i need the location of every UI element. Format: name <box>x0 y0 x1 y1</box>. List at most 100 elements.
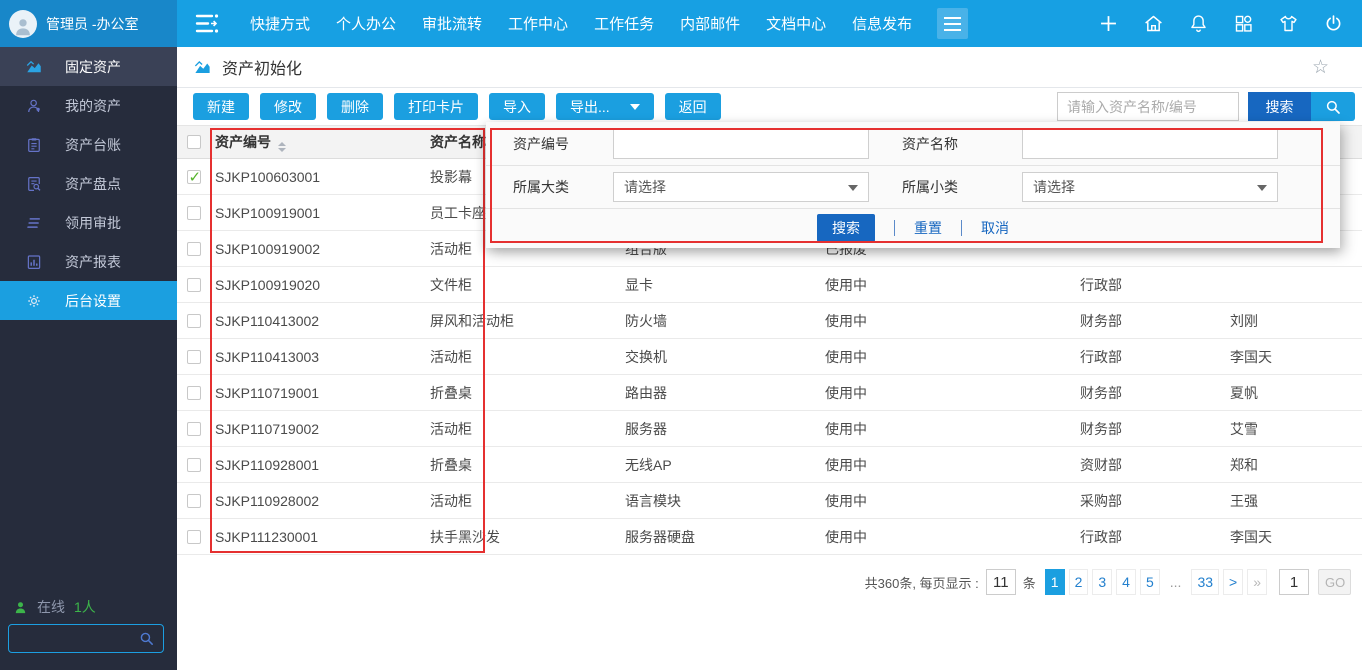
power-icon[interactable] <box>1323 13 1344 34</box>
page-button[interactable]: 5 <box>1140 569 1160 595</box>
table-row[interactable]: SJKP110928002 活动柜 语言模块 使用中 采购部 王强 <box>177 483 1362 519</box>
cell-department: 采购部 <box>1075 491 1225 511</box>
sort-icon[interactable] <box>278 142 286 152</box>
row-checkbox[interactable] <box>187 350 201 364</box>
column-header-code[interactable]: 资产编号 <box>210 132 425 152</box>
row-checkbox[interactable] <box>187 206 201 220</box>
row-checkbox[interactable] <box>187 494 201 508</box>
sidebar-item[interactable]: 我的资产 <box>0 86 177 125</box>
cell-department: 财务部 <box>1075 383 1225 403</box>
filter-cancel-button[interactable]: 取消 <box>981 218 1009 238</box>
page-button[interactable]: 1 <box>1045 569 1065 595</box>
page-button[interactable]: > <box>1223 569 1243 595</box>
hamburger-icon[interactable] <box>937 8 968 39</box>
sidebar-item[interactable]: 后台设置 <box>0 281 177 320</box>
plus-icon[interactable] <box>1098 13 1119 34</box>
major-category-select[interactable]: 请选择 <box>613 172 869 202</box>
search-button[interactable]: 搜索 <box>1248 92 1311 121</box>
sidebar-item-icon <box>25 58 43 76</box>
sidebar-item[interactable]: 资产盘点 <box>0 164 177 203</box>
cell-status: 使用中 <box>820 491 1075 511</box>
select-all-checkbox[interactable] <box>187 135 201 149</box>
magnifier-icon[interactable] <box>138 630 155 647</box>
nav-item[interactable]: 内部邮件 <box>667 13 753 34</box>
sidebar-item-icon <box>25 253 43 271</box>
sidebar-search-input[interactable] <box>13 626 133 651</box>
home-icon[interactable] <box>1143 13 1164 34</box>
page-button[interactable]: » <box>1247 569 1267 595</box>
column-header-label: 资产编号 <box>215 134 271 150</box>
online-count: 1人 <box>74 597 96 617</box>
star-icon[interactable]: ☆ <box>1312 56 1329 79</box>
filter-code-input[interactable] <box>613 129 869 159</box>
page-button[interactable]: 2 <box>1069 569 1089 595</box>
user-block[interactable]: 管理员 -办公室 <box>0 0 177 47</box>
table-row[interactable]: SJKP110413002 屏风和活动柜 防火墙 使用中 财务部 刘刚 <box>177 303 1362 339</box>
page-button[interactable]: 33 <box>1191 569 1219 595</box>
nav-item[interactable]: 审批流转 <box>409 13 495 34</box>
filter-minor-label: 所属小类 <box>902 177 1022 197</box>
bell-icon[interactable] <box>1188 13 1209 34</box>
toolbar-button[interactable]: 修改 <box>260 93 316 120</box>
nav-item[interactable]: 个人办公 <box>323 13 409 34</box>
table-row[interactable]: SJKP110719002 活动柜 服务器 使用中 财务部 艾雪 <box>177 411 1362 447</box>
nav-item[interactable]: 工作中心 <box>495 13 581 34</box>
filter-name-input[interactable] <box>1022 129 1278 159</box>
nav-item[interactable]: 快捷方式 <box>237 13 323 34</box>
table-row[interactable]: SJKP100919020 文件柜 显卡 使用中 行政部 <box>177 267 1362 303</box>
row-checkbox[interactable] <box>187 458 201 472</box>
cell-item: 显卡 <box>620 275 820 295</box>
cell-asset-code: SJKP110928001 <box>210 457 425 473</box>
select-value: 请选择 <box>624 177 666 197</box>
page-button[interactable]: 3 <box>1092 569 1112 595</box>
sidebar-item[interactable]: 资产台账 <box>0 125 177 164</box>
row-checkbox[interactable] <box>187 242 201 256</box>
table-row[interactable]: SJKP111230001 扶手黑沙发 服务器硬盘 使用中 行政部 李国天 <box>177 519 1362 555</box>
toolbar-buttons: 新建修改删除打印卡片导入 <box>193 93 545 120</box>
toolbar-button[interactable]: 打印卡片 <box>394 93 478 120</box>
toolbar: 新建修改删除打印卡片导入 导出... 返回 搜索 <box>177 88 1362 125</box>
sidebar-item[interactable]: 资产报表 <box>0 242 177 281</box>
nav-item[interactable]: 工作任务 <box>581 13 667 34</box>
table-row[interactable]: SJKP110413003 活动柜 交换机 使用中 行政部 李国天 <box>177 339 1362 375</box>
row-checkbox[interactable] <box>187 278 201 292</box>
page-button[interactable]: 4 <box>1116 569 1136 595</box>
page-size-input[interactable] <box>986 569 1016 595</box>
filter-name-label: 资产名称 <box>902 134 1022 154</box>
back-button[interactable]: 返回 <box>665 93 721 120</box>
filter-reset-button[interactable]: 重置 <box>914 218 942 238</box>
collapse-menu-icon[interactable] <box>195 13 221 34</box>
nav-item[interactable]: 信息发布 <box>839 13 925 34</box>
cell-department: 行政部 <box>1075 347 1225 367</box>
table-row[interactable]: SJKP110719001 折叠桌 路由器 使用中 财务部 夏帆 <box>177 375 1362 411</box>
export-dropdown-button[interactable]: 导出... <box>556 93 654 120</box>
asset-search-input[interactable] <box>1057 92 1239 121</box>
separator <box>961 220 962 236</box>
sidebar-item-icon <box>25 97 43 115</box>
filter-search-button[interactable]: 搜索 <box>817 214 875 242</box>
page-title: 资产初始化 <box>222 55 302 79</box>
page-button[interactable]: ... <box>1164 569 1188 595</box>
sidebar-item[interactable]: 固定资产 <box>0 47 177 86</box>
minor-category-select[interactable]: 请选择 <box>1022 172 1278 202</box>
row-checkbox[interactable] <box>187 170 201 184</box>
cell-person: 刘刚 <box>1225 311 1362 331</box>
person-icon <box>13 600 28 615</box>
row-checkbox[interactable] <box>187 422 201 436</box>
table-row[interactable]: SJKP110928001 折叠桌 无线AP 使用中 资财部 郑和 <box>177 447 1362 483</box>
sidebar-item-label: 固定资产 <box>65 57 121 77</box>
nav-item[interactable]: 文档中心 <box>753 13 839 34</box>
go-button[interactable]: GO <box>1318 569 1351 595</box>
apps-icon[interactable] <box>1233 13 1254 34</box>
row-checkbox[interactable] <box>187 530 201 544</box>
sidebar-item[interactable]: 领用审批 <box>0 203 177 242</box>
toolbar-button[interactable]: 删除 <box>327 93 383 120</box>
jump-page-input[interactable] <box>1279 569 1309 595</box>
row-checkbox[interactable] <box>187 386 201 400</box>
toolbar-button[interactable]: 新建 <box>193 93 249 120</box>
magnifier-icon[interactable] <box>1311 92 1355 121</box>
shirt-icon[interactable] <box>1278 13 1299 34</box>
row-checkbox[interactable] <box>187 314 201 328</box>
chart-icon <box>193 58 212 77</box>
toolbar-button[interactable]: 导入 <box>489 93 545 120</box>
